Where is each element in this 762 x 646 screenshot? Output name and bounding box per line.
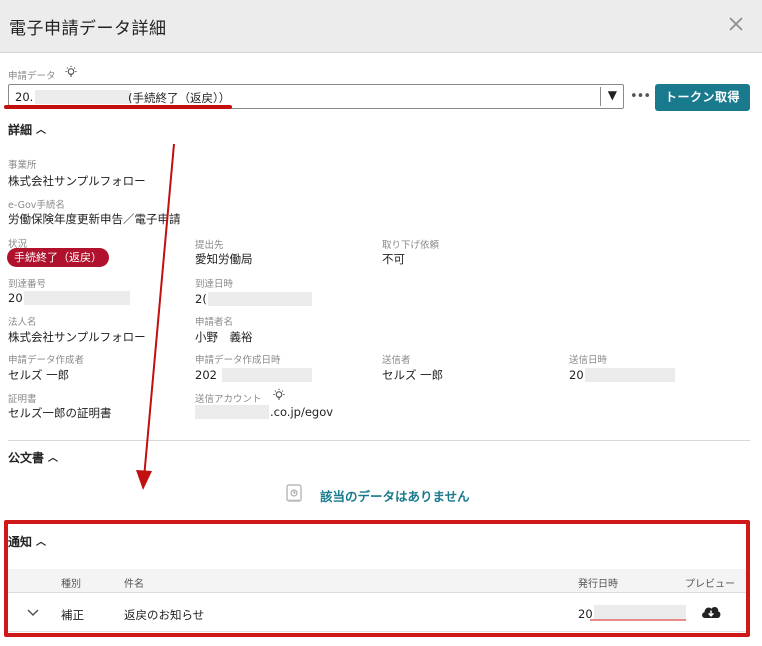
arrival-number-value: 20 (8, 291, 23, 305)
dialog-header: 電子申請データ詳細 (0, 0, 762, 53)
lightbulb-icon[interactable] (64, 65, 78, 79)
arrival-date-value: 2( (195, 292, 207, 306)
sent-at-label: 送信日時 (569, 355, 608, 366)
applicant-label: 申請者名 (195, 317, 234, 328)
chevron-up-icon: ︿ (48, 453, 59, 464)
sender-label: 送信者 (382, 355, 411, 366)
status-badge: 手続終了（返戻） (7, 248, 109, 267)
redacted-block (208, 292, 312, 306)
send-account-label: 送信アカウント (195, 394, 262, 405)
application-data-label: 申請データ (8, 71, 56, 82)
sent-at-value: 20 (569, 368, 584, 382)
close-icon[interactable] (724, 12, 748, 36)
office-value: 株式会社サンプルフォロー (8, 174, 146, 188)
applicant-value: 小野 義裕 (195, 330, 253, 344)
redacted-block (24, 291, 130, 305)
procedure-label: e-Gov手続名 (8, 200, 65, 211)
redacted-block (35, 90, 131, 104)
withdraw-value: 不可 (382, 252, 405, 266)
creator-value: セルズ 一郎 (8, 368, 70, 382)
annotation-highlight-box (4, 520, 750, 637)
select-value-status: (手続終了（返戻）） (128, 91, 231, 105)
select-value-prefix: 20. (15, 90, 34, 104)
details-section-toggle[interactable]: 詳細 ︿ (8, 121, 46, 138)
corp-name-value: 株式会社サンプルフォロー (8, 330, 146, 344)
redacted-block (222, 368, 312, 382)
empty-data-icon (286, 484, 302, 502)
certificate-value: セルズ一郎の証明書 (8, 406, 112, 420)
submit-to-label: 提出先 (195, 240, 224, 251)
redacted-block (195, 405, 269, 419)
office-label: 事業所 (8, 160, 37, 171)
certificate-label: 証明書 (8, 394, 37, 405)
withdraw-label: 取り下げ依頼 (382, 240, 440, 251)
annotation-underline (4, 105, 232, 109)
created-at-label: 申請データ作成日時 (195, 355, 281, 366)
empty-data-message: 該当のデータはありません (320, 489, 470, 504)
procedure-value: 労働保険年度更新申告／電子申請 (8, 212, 181, 226)
dropdown-arrow-icon[interactable]: ▼ (608, 88, 617, 102)
documents-section-toggle[interactable]: 公文書 ︿ (8, 449, 58, 466)
more-options-icon[interactable]: ••• (630, 89, 651, 104)
send-account-value: .co.jp/egov (270, 405, 334, 419)
sender-value: セルズ 一郎 (382, 368, 444, 382)
arrival-number-label: 到達番号 (8, 279, 47, 290)
section-divider (8, 440, 750, 441)
chevron-up-icon: ︿ (36, 125, 47, 136)
lightbulb-icon[interactable] (272, 388, 286, 402)
redacted-block (585, 368, 675, 382)
get-token-button[interactable]: トークン取得 (655, 84, 750, 111)
dialog-title: 電子申請データ詳細 (9, 19, 167, 39)
corp-name-label: 法人名 (8, 317, 37, 328)
arrival-date-label: 到達日時 (195, 279, 234, 290)
submit-to-value: 愛知労働局 (195, 252, 253, 266)
created-at-value: 202 (195, 368, 217, 382)
creator-label: 申請データ作成者 (8, 355, 85, 366)
